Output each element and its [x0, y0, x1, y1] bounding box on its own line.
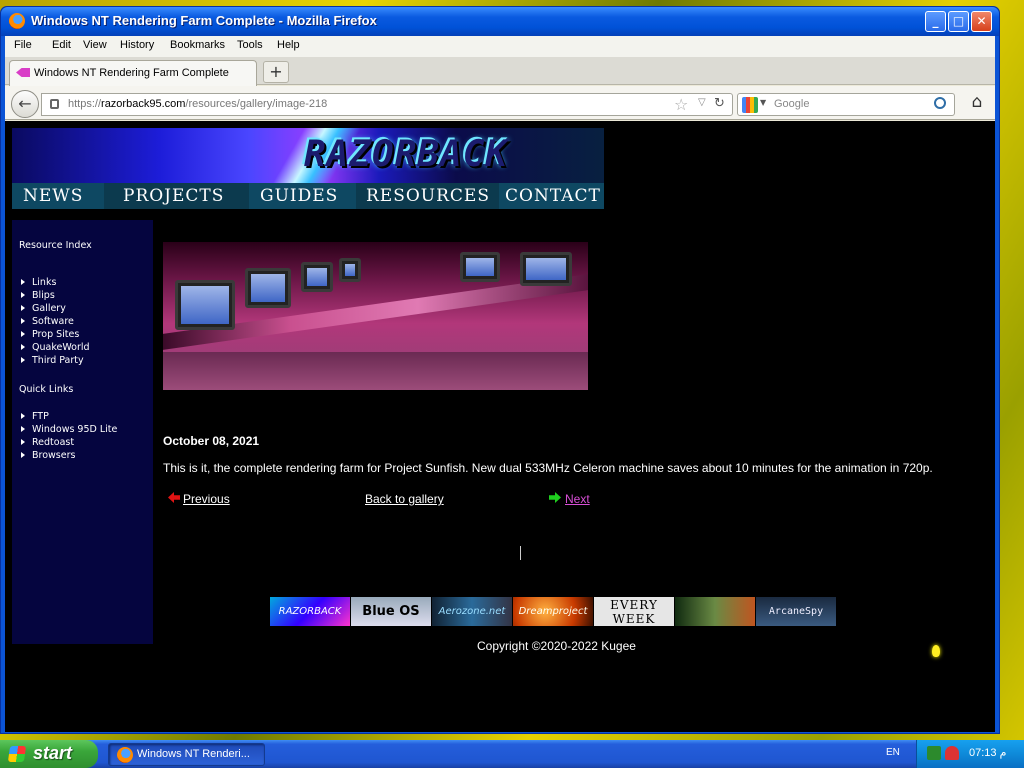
- bookmark-star-icon[interactable]: ☆: [674, 95, 688, 114]
- button-anime[interactable]: [675, 597, 755, 626]
- site-logo: RAZORBACK: [304, 134, 509, 175]
- lock-icon: [50, 99, 59, 109]
- home-icon[interactable]: ⌂: [967, 92, 987, 114]
- taskbar-item-label: Windows NT Renderi...: [137, 748, 250, 760]
- button-dreamproject[interactable]: Dreamproject: [513, 597, 593, 626]
- back-to-gallery-link[interactable]: Back to gallery: [365, 492, 444, 506]
- maximize-button[interactable]: □: [948, 11, 969, 32]
- sidebar-item-links[interactable]: Links: [21, 277, 90, 290]
- button-blue-os-museum[interactable]: Blue OS Museum: [351, 597, 431, 626]
- button-razorback[interactable]: RAZORBACK: [270, 597, 350, 626]
- nav-guides[interactable]: GUIDES: [260, 183, 338, 209]
- sidebar-item-prop-sites[interactable]: Prop Sites: [21, 329, 90, 342]
- nav-news[interactable]: NEWS: [23, 183, 83, 209]
- sidebar: Resource Index Links Blips Gallery Softw…: [12, 220, 153, 644]
- arrow-right-icon[interactable]: [549, 492, 561, 503]
- menu-tools[interactable]: Tools: [237, 39, 263, 51]
- post-date: October 08, 2021: [163, 434, 260, 448]
- sidebar-item-software[interactable]: Software: [21, 316, 90, 329]
- url-text[interactable]: https://razorback95.com/resources/galler…: [68, 98, 327, 110]
- tab-active[interactable]: Windows NT Rendering Farm Complete: [9, 60, 257, 86]
- browser-window: Windows NT Rendering Farm Complete - Moz…: [0, 6, 1000, 760]
- search-icon[interactable]: [934, 97, 946, 109]
- copyright-text: Copyright ©2020-2022 Kugee: [477, 639, 636, 653]
- navigation-bar: ← https://razorback95.com/resources/gall…: [5, 86, 995, 120]
- sidebar-item-windows-95d-lite[interactable]: Windows 95D Lite: [21, 424, 117, 437]
- nav-projects[interactable]: PROJECTS: [123, 183, 224, 209]
- start-label: start: [33, 743, 73, 763]
- start-button[interactable]: start: [0, 740, 98, 768]
- firefox-icon: [117, 747, 133, 763]
- security-shield-icon[interactable]: [945, 746, 959, 760]
- site-favicon-icon: [16, 68, 30, 77]
- system-tray: 07:13 م: [916, 740, 1024, 768]
- title-bar[interactable]: Windows NT Rendering Farm Complete - Moz…: [1, 7, 999, 36]
- menu-bookmarks[interactable]: Bookmarks: [170, 39, 225, 51]
- language-indicator[interactable]: EN: [886, 747, 900, 758]
- search-engine-dropdown-icon[interactable]: ▼: [760, 98, 766, 107]
- button-every-week[interactable]: EVERY WEEK: [594, 597, 674, 626]
- site-nav: NEWS PROJECTS GUIDES RESOURCES CONTACT: [12, 183, 604, 209]
- page-viewport: RAZORBACK NEWS PROJECTS GUIDES RESOURCES…: [5, 121, 995, 732]
- menu-history[interactable]: History: [120, 39, 154, 51]
- sidebar-item-gallery[interactable]: Gallery: [21, 303, 90, 316]
- url-bar[interactable]: https://razorback95.com/resources/galler…: [41, 93, 733, 116]
- clock[interactable]: 07:13 م: [969, 746, 1006, 759]
- link-buttons: RAZORBACK Blue OS Museum Aerozone.net Dr…: [270, 597, 846, 626]
- next-link[interactable]: Next: [565, 492, 590, 506]
- google-icon[interactable]: [742, 97, 758, 113]
- text-cursor-icon: [520, 546, 521, 560]
- tab-strip: Windows NT Rendering Farm Complete +: [5, 57, 995, 86]
- network-icon[interactable]: [927, 746, 941, 760]
- back-button[interactable]: ←: [11, 90, 39, 118]
- quick-links-heading: Quick Links: [19, 384, 74, 395]
- sidebar-item-browsers[interactable]: Browsers: [21, 450, 117, 463]
- taskbar-item-firefox[interactable]: Windows NT Renderi...: [108, 743, 265, 766]
- previous-link[interactable]: Previous: [183, 492, 230, 506]
- window-title: Windows NT Rendering Farm Complete - Moz…: [31, 13, 377, 28]
- lightbulb-cursor-icon: [932, 645, 940, 657]
- firefox-icon: [9, 13, 25, 29]
- resource-index-heading: Resource Index: [19, 240, 92, 251]
- nav-resources[interactable]: RESOURCES: [366, 183, 490, 209]
- windows-logo-icon: [7, 746, 27, 762]
- browser-client: File Edit View History Bookmarks Tools H…: [5, 36, 997, 760]
- minimize-button[interactable]: _: [925, 11, 946, 32]
- arrow-left-icon[interactable]: [168, 492, 180, 503]
- sidebar-item-blips[interactable]: Blips: [21, 290, 90, 303]
- menu-edit[interactable]: Edit: [52, 39, 71, 51]
- search-bar[interactable]: ▼ Google: [737, 93, 955, 116]
- sidebar-item-quakeworld[interactable]: QuakeWorld: [21, 342, 90, 355]
- sidebar-item-ftp[interactable]: FTP: [21, 411, 117, 424]
- menu-help[interactable]: Help: [277, 39, 300, 51]
- tab-title: Windows NT Rendering Farm Complete: [34, 67, 229, 79]
- quick-links: FTP Windows 95D Lite Redtoast Browsers: [21, 411, 117, 463]
- sidebar-item-redtoast[interactable]: Redtoast: [21, 437, 117, 450]
- search-input[interactable]: Google: [774, 98, 809, 110]
- menu-view[interactable]: View: [83, 39, 107, 51]
- site-banner[interactable]: RAZORBACK: [12, 128, 604, 183]
- post-body: This is it, the complete rendering farm …: [163, 461, 933, 475]
- nav-contact[interactable]: CONTACT: [505, 183, 601, 209]
- menu-bar: File Edit View History Bookmarks Tools H…: [5, 36, 995, 57]
- sidebar-item-third-party[interactable]: Third Party: [21, 355, 90, 368]
- menu-file[interactable]: File: [14, 39, 32, 51]
- chevron-down-icon[interactable]: ▽: [698, 97, 706, 108]
- button-aerozone[interactable]: Aerozone.net: [432, 597, 512, 626]
- taskbar: start Windows NT Renderi... EN 07:13 م: [0, 740, 1024, 768]
- close-button[interactable]: ✕: [971, 11, 992, 32]
- resource-links: Links Blips Gallery Software Prop Sites …: [21, 277, 90, 368]
- button-arcanespy[interactable]: ArcaneSpy: [756, 597, 836, 626]
- gallery-photo[interactable]: [163, 242, 588, 390]
- reload-icon[interactable]: ↻: [714, 96, 725, 111]
- new-tab-button[interactable]: +: [263, 61, 289, 83]
